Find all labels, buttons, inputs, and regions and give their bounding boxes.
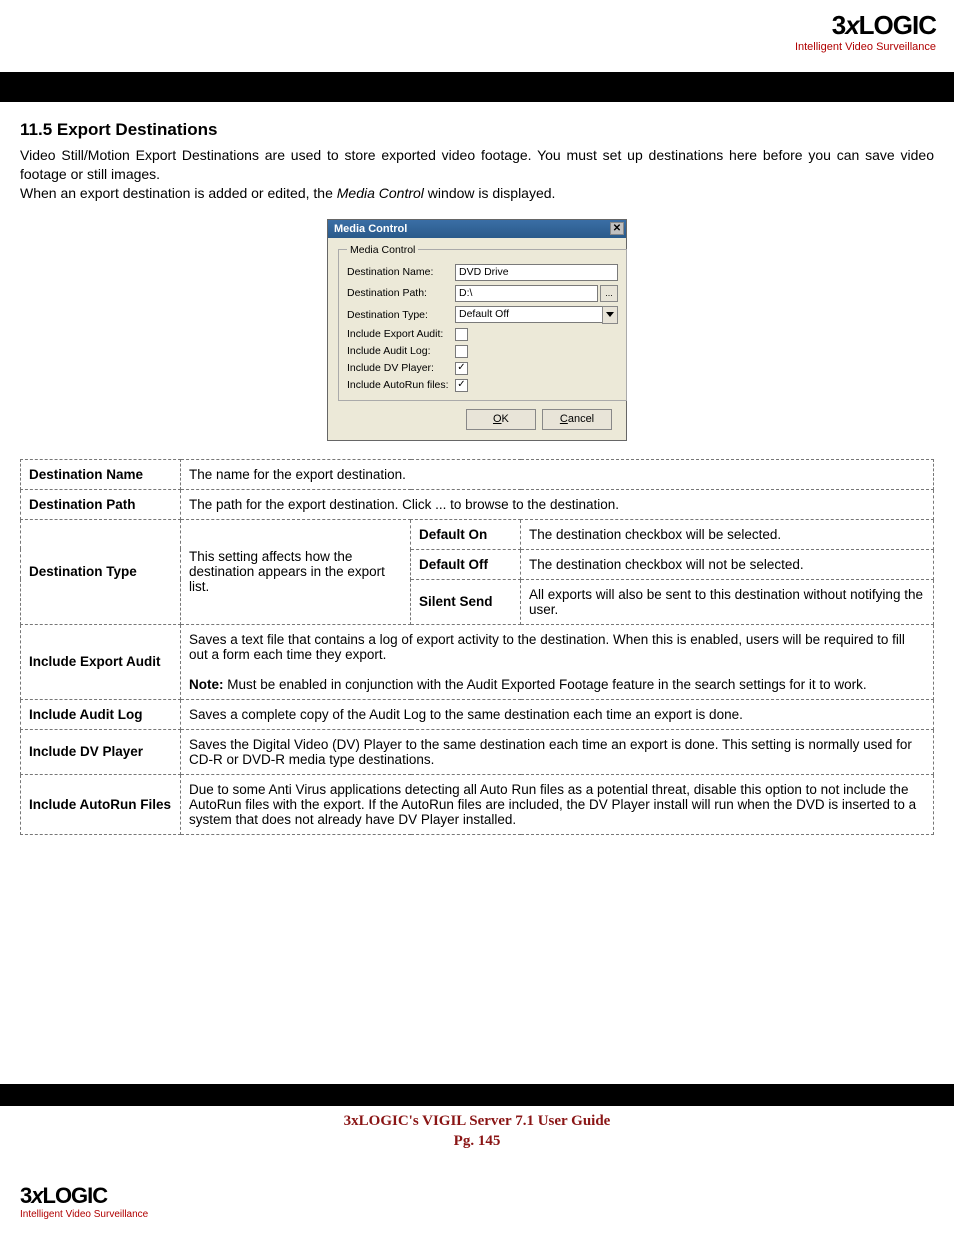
footer-logo: 3xLOGIC Intelligent Video Surveillance	[20, 1183, 148, 1220]
chevron-down-icon[interactable]	[602, 306, 618, 324]
subrow-desc: The destination checkbox will not be sel…	[521, 549, 934, 579]
media-control-dialog: Media Control ✕ Media Control Destinatio…	[327, 219, 627, 441]
logo-text: 3xLOGIC	[795, 10, 936, 41]
row-header: Destination Name	[21, 459, 181, 489]
footer-text: 3xLOGIC's VIGIL Server 7.1 User Guide Pg…	[0, 1112, 954, 1151]
row-header: Destination Path	[21, 489, 181, 519]
intro-para-2: When an export destination is added or e…	[20, 184, 934, 203]
label-export-audit: Include Export Audit:	[347, 328, 455, 340]
row-header: Destination Type	[21, 519, 181, 624]
label-audit-log: Include Audit Log:	[347, 345, 455, 357]
row-desc: The path for the export destination. Cli…	[181, 489, 934, 519]
footer-black-bar	[0, 1084, 954, 1106]
subrow-header: Default Off	[411, 549, 521, 579]
label-dest-path: Destination Path:	[347, 287, 455, 299]
logo-tagline: Intelligent Video Surveillance	[795, 41, 936, 53]
label-autorun: Include AutoRun files:	[347, 379, 455, 391]
top-black-bar	[0, 72, 954, 102]
row-header: Include Audit Log	[21, 699, 181, 729]
row-desc: Saves a text file that contains a log of…	[181, 624, 934, 699]
label-dv-player: Include DV Player:	[347, 362, 455, 374]
checkbox-export-audit[interactable]	[455, 328, 468, 341]
row-header: Include Export Audit	[21, 624, 181, 699]
checkbox-autorun[interactable]: ✓	[455, 379, 468, 392]
dialog-title-text: Media Control	[334, 223, 407, 235]
row-desc: Saves a complete copy of the Audit Log t…	[181, 699, 934, 729]
row-desc: Saves the Digital Video (DV) Player to t…	[181, 729, 934, 774]
subrow-header: Silent Send	[411, 579, 521, 624]
row-header: Include DV Player	[21, 729, 181, 774]
fieldset-legend: Media Control	[347, 244, 418, 256]
close-icon[interactable]: ✕	[610, 222, 624, 235]
browse-button[interactable]: ...	[600, 285, 618, 302]
row-header: Include AutoRun Files	[21, 774, 181, 834]
subrow-desc: The destination checkbox will be selecte…	[521, 519, 934, 549]
settings-table: Destination Name The name for the export…	[20, 459, 934, 835]
checkbox-audit-log[interactable]	[455, 345, 468, 358]
intro-para-1: Video Still/Motion Export Destinations a…	[20, 146, 934, 184]
input-dest-path[interactable]	[455, 285, 598, 302]
subrow-desc: All exports will also be sent to this de…	[521, 579, 934, 624]
select-dest-type[interactable]	[455, 306, 602, 323]
ok-button[interactable]: OK	[466, 409, 536, 430]
input-dest-name[interactable]	[455, 264, 618, 281]
cancel-button[interactable]: Cancel	[542, 409, 612, 430]
row-desc: Due to some Anti Virus applications dete…	[181, 774, 934, 834]
label-dest-name: Destination Name:	[347, 266, 455, 278]
dialog-titlebar: Media Control ✕	[328, 220, 626, 238]
section-heading: 11.5 Export Destinations	[20, 120, 934, 140]
subrow-header: Default On	[411, 519, 521, 549]
row-desc: This setting affects how the destination…	[181, 519, 411, 624]
checkbox-dv-player[interactable]: ✓	[455, 362, 468, 375]
label-dest-type: Destination Type:	[347, 309, 455, 321]
header-logo: 3xLOGIC Intelligent Video Surveillance	[795, 10, 936, 53]
row-desc: The name for the export destination.	[181, 459, 934, 489]
